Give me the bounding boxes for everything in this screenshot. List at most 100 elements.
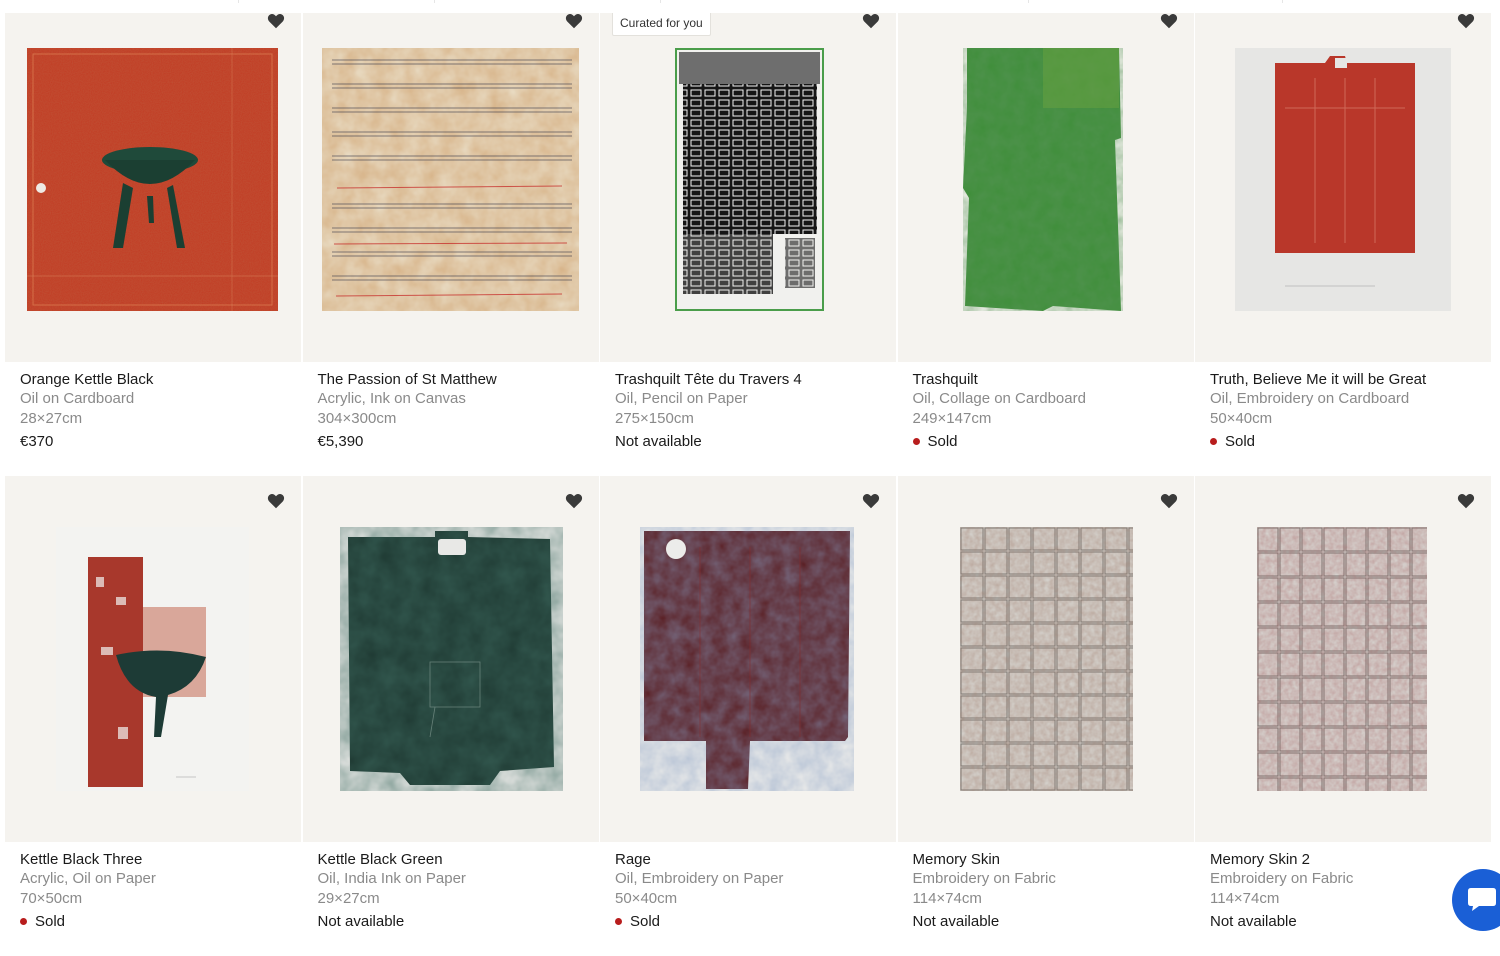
availability-text: Sold: [927, 433, 958, 450]
artwork-image-area[interactable]: [1195, 476, 1491, 842]
artwork-title[interactable]: Memory Skin 2: [1210, 850, 1476, 869]
artwork-size: 70×50cm: [20, 889, 83, 907]
artwork-row: Kettle Black Three Acrylic, Oil on Paper…: [5, 476, 1491, 956]
artwork-info: The Passion of St Matthew Acrylic, Ink o…: [303, 362, 599, 476]
sold-dot: [912, 438, 920, 445]
artwork-title[interactable]: Orange Kettle Black: [20, 370, 286, 389]
artwork-image-area[interactable]: [1195, 13, 1491, 362]
favorite-heart-icon[interactable]: [267, 13, 285, 29]
artwork-card[interactable]: Kettle Black Green Oil, India Ink on Pap…: [302, 476, 599, 956]
artwork-info: Kettle Black Three Acrylic, Oil on Paper…: [5, 842, 301, 956]
favorite-heart-icon[interactable]: [565, 493, 583, 509]
artwork-info: Orange Kettle Black Oil on Cardboard 28×…: [5, 362, 301, 476]
sold-dot: [20, 918, 27, 925]
artwork-medium: Oil, Embroidery on Cardboard: [1210, 390, 1410, 407]
artwork-card[interactable]: Trashquilt Oil, Collage on Cardboard 249…: [897, 13, 1194, 476]
artwork-card[interactable]: Curated for you Trashquilt Tête du Trave…: [600, 13, 896, 476]
artwork-medium: Oil, Pencil on Paper: [615, 390, 748, 407]
artwork-info: Memory Skin Embroidery on Fabric 114×74c…: [898, 842, 1194, 956]
artwork-size: 29×27cm: [317, 889, 380, 907]
artwork-availability: Sold: [912, 432, 1179, 451]
artwork-title[interactable]: The Passion of St Matthew: [318, 370, 584, 389]
artwork-availability: Sold: [20, 912, 286, 931]
artwork-image-area[interactable]: [897, 476, 1194, 842]
favorite-heart-icon[interactable]: [1160, 493, 1178, 509]
artwork-card[interactable]: The Passion of St Matthew Acrylic, Ink o…: [302, 13, 599, 476]
artwork-info: Trashquilt Oil, Collage on Cardboard 249…: [898, 362, 1194, 476]
artwork-info: Truth, Believe Me it will be Great Oil, …: [1195, 362, 1491, 476]
availability-text: Not available: [317, 913, 405, 930]
artwork-image-area[interactable]: [600, 476, 896, 842]
favorite-heart-icon[interactable]: [862, 13, 880, 29]
artwork-card[interactable]: Truth, Believe Me it will be Great Oil, …: [1195, 13, 1491, 476]
favorite-heart-icon[interactable]: [565, 13, 583, 29]
artwork-medium: Oil, Collage on Cardboard: [912, 390, 1086, 407]
artwork-size: 50×40cm: [1210, 409, 1273, 427]
artwork-medium: Oil, India Ink on Paper: [317, 870, 466, 887]
artwork-image[interactable]: [959, 527, 1133, 791]
artwork-image[interactable]: [962, 48, 1123, 311]
artwork-medium: Acrylic, Ink on Canvas: [317, 390, 466, 407]
favorite-heart-icon[interactable]: [1457, 13, 1475, 29]
artwork-title[interactable]: Trashquilt: [913, 370, 1179, 389]
favorite-heart-icon[interactable]: [267, 493, 285, 509]
artwork-image-area[interactable]: [302, 476, 599, 842]
artwork-card[interactable]: Memory Skin Embroidery on Fabric 114×74c…: [897, 476, 1194, 956]
availability-text: Sold: [630, 913, 661, 930]
artwork-price: €370: [20, 432, 286, 451]
artwork-image[interactable]: [1235, 48, 1451, 311]
artwork-card[interactable]: Orange Kettle Black Oil on Cardboard 28×…: [5, 13, 301, 476]
artwork-title[interactable]: Memory Skin: [913, 850, 1179, 869]
artwork-image[interactable]: [675, 48, 824, 311]
artwork-medium: Oil on Cardboard: [20, 390, 135, 407]
favorite-heart-icon[interactable]: [1457, 493, 1475, 509]
chat-bubble-icon: [1468, 888, 1496, 911]
artwork-title[interactable]: Kettle Black Green: [318, 850, 584, 869]
artwork-info: Memory Skin 2 Embroidery on Fabric 114×7…: [1195, 842, 1491, 956]
artwork-title[interactable]: Kettle Black Three: [20, 850, 286, 869]
artwork-title[interactable]: Rage: [615, 850, 881, 869]
artwork-image[interactable]: [27, 48, 278, 311]
artwork-availability: Not available: [913, 912, 1179, 931]
artwork-image-area[interactable]: [897, 13, 1194, 362]
artwork-image[interactable]: [56, 527, 249, 791]
artwork-size: 249×147cm: [912, 409, 992, 427]
artwork-image[interactable]: [1257, 527, 1427, 791]
artwork-image-area[interactable]: [5, 13, 301, 362]
favorite-heart-icon[interactable]: [862, 493, 880, 509]
favorite-heart-icon[interactable]: [1160, 13, 1178, 29]
artwork-size: 50×40cm: [615, 889, 678, 907]
artwork-medium: Acrylic, Oil on Paper: [20, 870, 156, 887]
sold-dot: [615, 918, 622, 925]
artwork-availability: Not available: [615, 432, 881, 451]
artwork-size: 275×150cm: [615, 409, 694, 427]
curated-badge: Curated for you: [612, 13, 711, 36]
artwork-image[interactable]: [321, 48, 579, 311]
artwork-grid: Orange Kettle Black Oil on Cardboard 28×…: [5, 13, 1491, 956]
availability-text: Not available: [912, 913, 1000, 930]
artwork-availability: Sold: [1210, 432, 1476, 451]
artwork-title[interactable]: Truth, Believe Me it will be Great: [1210, 370, 1476, 389]
artwork-medium: Embroidery on Fabric: [912, 870, 1056, 887]
artwork-card[interactable]: Rage Oil, Embroidery on Paper 50×40cm So…: [600, 476, 896, 956]
artwork-size: 114×74cm: [1210, 889, 1280, 907]
artwork-image-area[interactable]: Curated for you: [600, 13, 896, 362]
artwork-image[interactable]: [339, 527, 563, 791]
artwork-availability: Not available: [318, 912, 584, 931]
artwork-medium: Oil, Embroidery on Paper: [615, 870, 784, 887]
artwork-card[interactable]: Memory Skin 2 Embroidery on Fabric 114×7…: [1195, 476, 1491, 956]
artwork-medium: Embroidery on Fabric: [1210, 870, 1354, 887]
artwork-image-area[interactable]: [5, 476, 301, 842]
artwork-price: €5,390: [318, 432, 584, 451]
artwork-title[interactable]: Trashquilt Tête du Travers 4: [615, 370, 881, 389]
artwork-image-area[interactable]: [302, 13, 599, 362]
artwork-availability: Sold: [615, 912, 881, 931]
artwork-info: Trashquilt Tête du Travers 4 Oil, Pencil…: [600, 362, 896, 476]
artwork-availability: Not available: [1210, 912, 1476, 931]
top-divider: [0, 0, 1500, 3]
artwork-size: 114×74cm: [912, 889, 982, 907]
artwork-info: Kettle Black Green Oil, India Ink on Pap…: [303, 842, 599, 956]
availability-text: Not available: [1210, 913, 1297, 930]
artwork-image[interactable]: [640, 527, 854, 791]
artwork-card[interactable]: Kettle Black Three Acrylic, Oil on Paper…: [5, 476, 301, 956]
